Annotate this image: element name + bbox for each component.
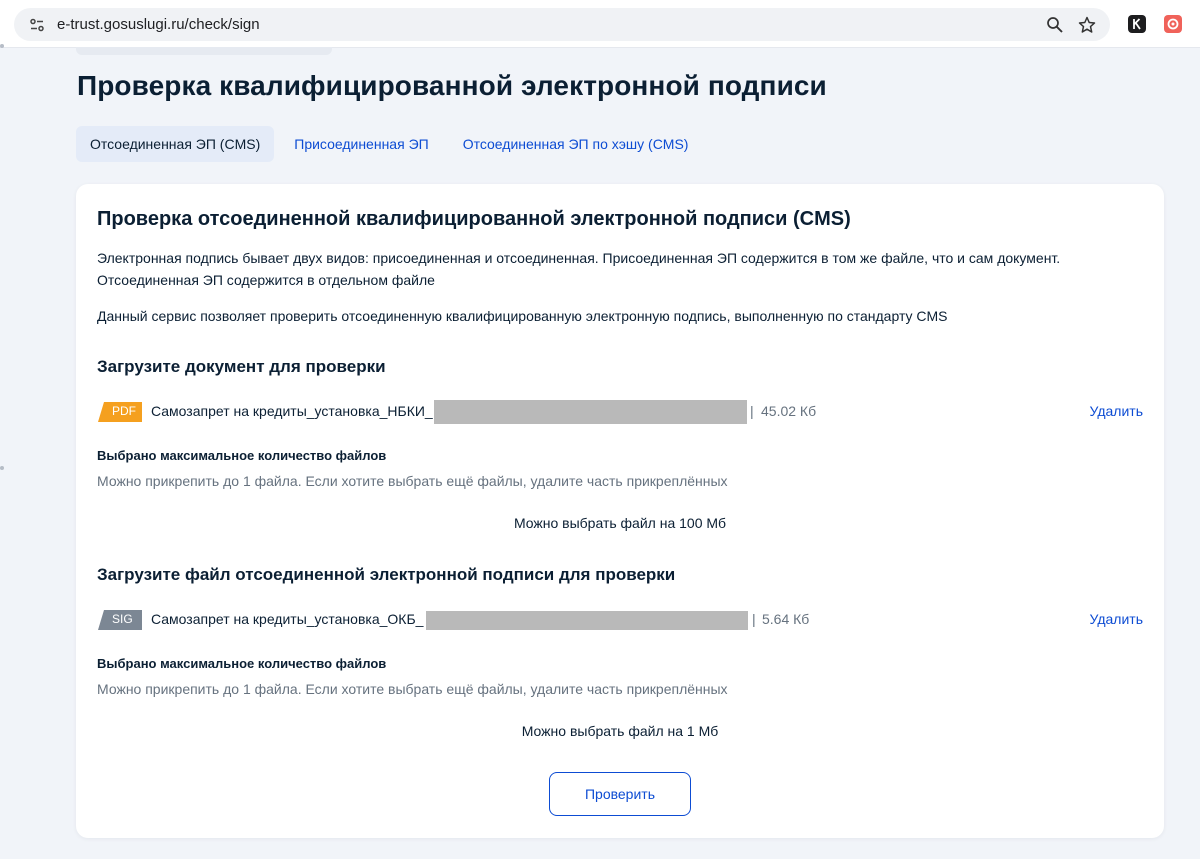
- document-section-title: Загрузите документ для проверки: [97, 357, 386, 376]
- document-max-title: Выбрано максимальное количество файлов: [97, 448, 387, 463]
- bookmark-star-icon[interactable]: [1078, 16, 1096, 34]
- description-line-1: Электронная подпись бывает двух видов: п…: [97, 250, 1061, 266]
- signature-file-name: Самозапрет на кредиты_установка_ОКБ_: [151, 611, 424, 627]
- document-delete-link[interactable]: Удалить: [1090, 403, 1143, 419]
- verification-card: Проверка отсоединенной квалифицированной…: [76, 184, 1164, 838]
- page-header-remnant: [76, 47, 332, 55]
- sig-file-icon: [98, 610, 142, 630]
- extension-red-icon[interactable]: [1164, 15, 1182, 33]
- signature-section-title: Загрузите файл отсоединенной электронной…: [97, 565, 676, 584]
- signature-delete-link[interactable]: Удалить: [1090, 611, 1143, 627]
- tab-detached-cms[interactable]: Отсоединенная ЭП (CMS): [76, 126, 275, 162]
- signature-max-title: Выбрано максимальное количество файлов: [97, 656, 387, 671]
- redacted-block: [426, 611, 748, 630]
- document-size-limit: Можно выбрать файл на 100 Мб: [513, 515, 727, 531]
- signature-file-row: SIG Самозапрет на кредиты_установка_ОКБ_…: [98, 608, 1143, 632]
- scroll-marker: [0, 44, 4, 48]
- document-max-text: Можно прикрепить до 1 файла. Если хотите…: [97, 473, 728, 489]
- signature-file-size: 5.64 Кб: [762, 611, 810, 627]
- signature-size-limit: Можно выбрать файл на 1 Мб: [521, 723, 719, 739]
- extension-k-icon[interactable]: [1128, 15, 1146, 33]
- pdf-file-icon: [98, 402, 142, 422]
- document-file-name: Самозапрет на кредиты_установка_НБКИ_: [151, 403, 433, 419]
- document-file-separator: |: [750, 403, 754, 419]
- tab-attached[interactable]: Присоединенная ЭП: [280, 126, 442, 162]
- document-file-size: 45.02 Кб: [761, 403, 817, 419]
- url-text[interactable]: e-trust.gosuslugi.ru/check/sign: [57, 16, 260, 33]
- tab-detached-hash-cms[interactable]: Отсоединенная ЭП по хэшу (CMS): [449, 126, 703, 162]
- page-title: Проверка квалифицированной электронной п…: [77, 70, 827, 101]
- document-file-row: PDF Самозапрет на кредиты_установка_НБКИ…: [98, 400, 1143, 424]
- description-line-2: Отсоединенная ЭП содержится в отдельном …: [97, 272, 435, 288]
- zoom-icon[interactable]: [1046, 16, 1064, 34]
- card-title: Проверка отсоединенной квалифицированной…: [97, 208, 851, 230]
- site-info-icon[interactable]: [29, 17, 45, 33]
- check-button[interactable]: Проверить: [549, 772, 691, 816]
- signature-file-separator: |: [752, 611, 756, 627]
- tabs: Отсоединенная ЭП (CMS) Присоединенная ЭП…: [76, 126, 708, 162]
- scroll-marker: [0, 466, 4, 470]
- service-description: Данный сервис позволяет проверить отсоед…: [97, 308, 948, 324]
- address-bar[interactable]: e-trust.gosuslugi.ru/check/sign: [14, 8, 1110, 41]
- redacted-block: [434, 400, 747, 424]
- signature-max-text: Можно прикрепить до 1 файла. Если хотите…: [97, 681, 728, 697]
- browser-toolbar: e-trust.gosuslugi.ru/check/sign: [0, 0, 1200, 48]
